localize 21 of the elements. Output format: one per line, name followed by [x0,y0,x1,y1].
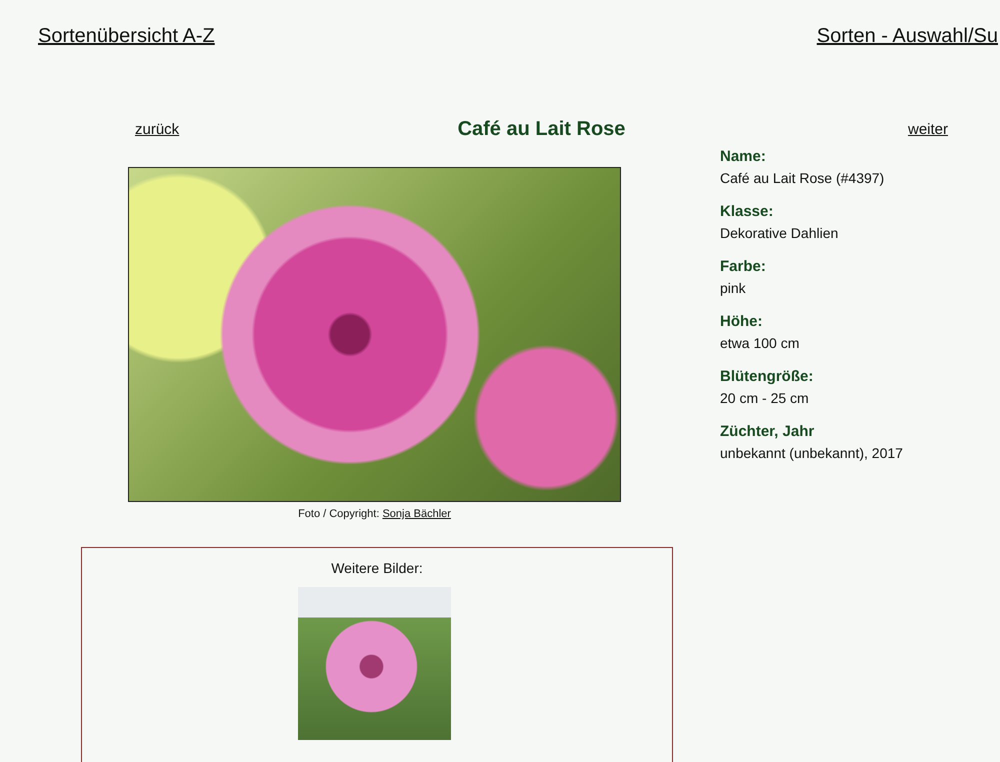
detail-value: etwa 100 cm [720,334,800,352]
detail-value: pink [720,279,747,297]
nav-link[interactable]: Sorten - Auswahl/Su [816,24,998,58]
detail-value: Café au Lait Rose (#4397) [720,169,886,187]
author-link[interactable]: Sonja Bächler [382,508,451,520]
detail-label: Züchter, Jahr [720,422,816,441]
next-link[interactable]: weiter [908,120,948,138]
detail-value: unbekannt (unbekannt), 2017 [720,444,903,462]
thumbnail-placeholder[interactable] [298,587,451,740]
detail-label: Höhe: [720,312,764,331]
detail-label: Klasse: [720,202,774,221]
detail-value: 20 cm - 25 cm [720,389,810,407]
detail-label: Farbe: [720,257,767,276]
gallery-heading: Weitere Bilder: [331,560,423,576]
detail-label: Name: [720,147,767,166]
previous-link[interactable]: zurück [135,120,458,138]
variety-title: Café au Lait Rose [458,118,626,140]
detail-value: Dekorative Dahlien [720,224,840,242]
nav-link[interactable]: Sortenübersicht A-Z [38,24,215,58]
photo-credit: Foto / Copyright: Sonja Bächler [298,508,451,520]
detail-label: Blütengröße: [720,367,814,386]
